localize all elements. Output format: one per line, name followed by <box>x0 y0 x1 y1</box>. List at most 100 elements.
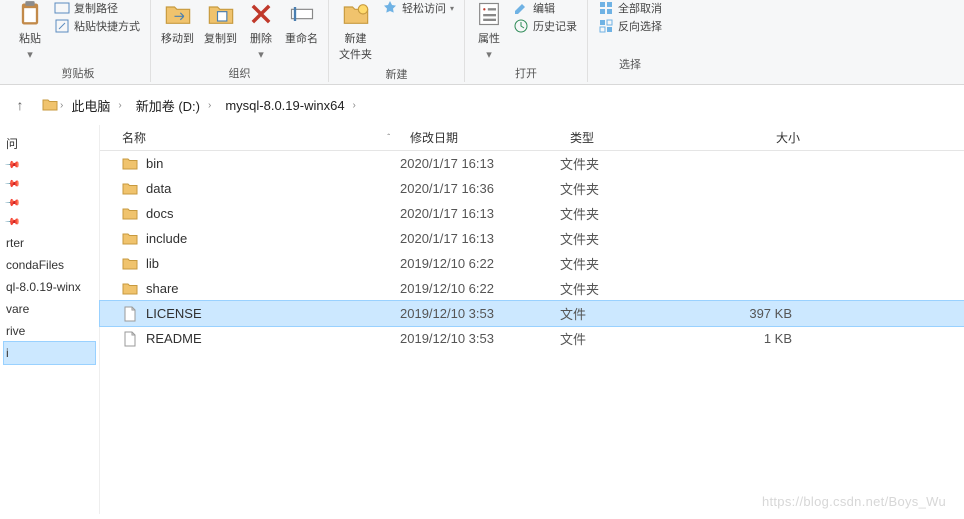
move-icon <box>164 0 192 28</box>
table-row[interactable]: docs2020/1/17 16:13文件夹 <box>100 201 964 226</box>
new-folder-button[interactable]: 新建 文件夹 <box>339 0 372 62</box>
sidebar-item[interactable]: rive <box>4 320 95 342</box>
history-button[interactable]: 历史记录 <box>513 18 577 34</box>
table-row[interactable]: include2020/1/17 16:13文件夹 <box>100 226 964 251</box>
ribbon-group-label: 选择 <box>619 56 641 72</box>
column-header-size[interactable]: 大小 <box>690 129 810 146</box>
folder-icon <box>122 256 138 272</box>
ribbon-group-label: 组织 <box>229 65 251 81</box>
sidebar-item[interactable]: 📌 <box>4 194 95 213</box>
file-date: 2019/12/10 6:22 <box>400 281 560 296</box>
table-row[interactable]: README 2019/12/10 3:53文件1 KB <box>100 326 964 351</box>
file-name: docs <box>146 206 173 221</box>
address-bar: ↑ › 此电脑› 新加卷 (D:)› mysql-8.0.19-winx64› <box>0 85 964 125</box>
table-row[interactable]: lib 2019/12/10 6:22文件夹 <box>100 251 964 276</box>
ribbon-group-select: 全部取消 反向选择 选择 <box>588 0 672 82</box>
sort-caret-icon: ˆ <box>387 133 390 142</box>
file-name: data <box>146 181 171 196</box>
ribbon-group-organize: 移动到 复制到 删除 ▾ 重命名 组织 <box>151 0 329 82</box>
file-name: lib <box>146 256 159 271</box>
column-header-type[interactable]: 类型 <box>560 129 690 146</box>
rename-button[interactable]: 重命名 <box>285 0 318 46</box>
history-icon <box>513 18 529 34</box>
folder-icon <box>122 181 138 197</box>
easy-access-button[interactable]: 轻松访问 ▾ <box>382 0 454 16</box>
select-all-icon <box>598 0 614 16</box>
sidebar-item-label: 问 <box>6 135 18 152</box>
shortcut-icon <box>54 18 70 34</box>
table-row[interactable]: data 2020/1/17 16:36文件夹 <box>100 176 964 201</box>
sidebar-item-label: i <box>6 346 9 360</box>
file-type: 文件 <box>560 329 690 348</box>
paste-shortcut-button[interactable]: 粘贴快捷方式 <box>54 18 140 34</box>
sidebar-item-label: ql-8.0.19-winx <box>6 280 81 294</box>
edit-icon <box>513 0 529 16</box>
sidebar-item[interactable]: vare <box>4 298 95 320</box>
breadcrumb-segment[interactable]: 新加卷 (D:)› <box>130 94 220 117</box>
sidebar-item[interactable]: rter <box>4 232 95 254</box>
table-row[interactable]: LICENSE2019/12/10 3:53文件397 KB <box>100 301 964 326</box>
sidebar-item[interactable]: ql-8.0.19-winx <box>4 276 95 298</box>
breadcrumb-segment[interactable]: mysql-8.0.19-winx64› <box>219 96 364 115</box>
file-name: bin <box>146 156 163 171</box>
edit-button[interactable]: 编辑 <box>513 0 555 16</box>
breadcrumb-segment[interactable]: 此电脑› <box>65 94 129 117</box>
file-type: 文件夹 <box>560 229 690 248</box>
delete-button[interactable]: 删除 ▾ <box>247 0 275 61</box>
paste-button[interactable]: 粘贴 ▾ <box>16 0 44 61</box>
path-icon <box>54 0 70 16</box>
clipboard-icon <box>16 0 44 28</box>
move-to-button[interactable]: 移动到 <box>161 0 194 46</box>
sidebar-item[interactable]: 📌 <box>4 213 95 232</box>
column-header-name[interactable]: 名称 ˆ <box>100 129 400 146</box>
file-type: 文件夹 <box>560 254 690 273</box>
ribbon: 粘贴 ▾ 复制路径 粘贴快捷方式 剪贴板 移动到 <box>0 0 964 85</box>
file-date: 2020/1/17 16:36 <box>400 181 560 196</box>
chevron-right-icon: › <box>206 100 213 111</box>
ribbon-group-clipboard: 粘贴 ▾ 复制路径 粘贴快捷方式 剪贴板 <box>6 0 151 82</box>
properties-icon <box>475 0 503 28</box>
file-name: README <box>146 331 202 346</box>
sidebar-item[interactable]: i <box>4 342 95 364</box>
select-all-button[interactable]: 全部取消 <box>598 0 662 16</box>
ribbon-group-label: 打开 <box>515 65 537 81</box>
folder-icon <box>122 156 138 172</box>
table-row[interactable]: share2019/12/10 6:22文件夹 <box>100 276 964 301</box>
delete-icon <box>247 0 275 28</box>
properties-button[interactable]: 属性 ▾ <box>475 0 503 61</box>
file-date: 2019/12/10 6:22 <box>400 256 560 271</box>
file-date: 2020/1/17 16:13 <box>400 231 560 246</box>
sidebar-item-label: condaFiles <box>6 258 64 272</box>
navigation-pane[interactable]: 问📌📌📌📌rtercondaFilesql-8.0.19-winxvareriv… <box>0 125 100 514</box>
file-type: 文件夹 <box>560 279 690 298</box>
up-button[interactable]: ↑ <box>8 93 32 117</box>
file-type: 文件夹 <box>560 154 690 173</box>
sidebar-item[interactable]: condaFiles <box>4 254 95 276</box>
invert-selection-button[interactable]: 反向选择 <box>598 18 662 34</box>
column-headers: 名称 ˆ 修改日期 类型 大小 <box>100 125 964 151</box>
sidebar-item[interactable]: 问 <box>4 131 95 156</box>
sidebar-item-label: rter <box>6 236 24 250</box>
file-list: 名称 ˆ 修改日期 类型 大小 bin2020/1/17 16:13文件夹dat… <box>100 125 964 514</box>
file-type: 文件 <box>560 304 690 323</box>
file-date: 2019/12/10 3:53 <box>400 331 560 346</box>
file-date: 2020/1/17 16:13 <box>400 206 560 221</box>
file-icon <box>122 331 138 347</box>
pin-icon: 📌 <box>4 157 21 174</box>
table-row[interactable]: bin2020/1/17 16:13文件夹 <box>100 151 964 176</box>
sidebar-item[interactable]: 📌 <box>4 175 95 194</box>
ribbon-group-label: 剪贴板 <box>62 65 95 81</box>
sidebar-item-label: vare <box>6 302 29 316</box>
file-type: 文件夹 <box>560 179 690 198</box>
sidebar-item[interactable]: 📌 <box>4 156 95 175</box>
file-date: 2019/12/10 3:53 <box>400 306 560 321</box>
folder-icon <box>122 231 138 247</box>
file-size: 1 KB <box>690 331 810 346</box>
main-area: 问📌📌📌📌rtercondaFilesql-8.0.19-winxvareriv… <box>0 125 964 514</box>
star-icon <box>382 0 398 16</box>
folder-icon <box>122 206 138 222</box>
copy-path-button[interactable]: 复制路径 <box>54 0 118 16</box>
folder-icon <box>122 281 138 297</box>
column-header-date[interactable]: 修改日期 <box>400 129 560 146</box>
copy-to-button[interactable]: 复制到 <box>204 0 237 46</box>
